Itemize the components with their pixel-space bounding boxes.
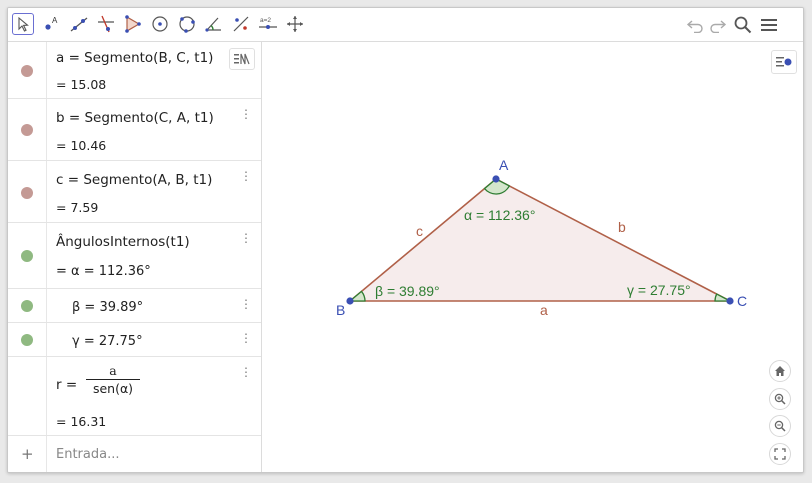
perpendicular-line-tool-icon[interactable] [95,13,117,35]
angle-label-beta: β = 39.89° [375,283,440,299]
point-label-C: C [737,293,747,309]
more-options-icon[interactable]: ⋮ [240,169,252,183]
more-options-icon[interactable]: ⋮ [240,107,252,121]
point-C[interactable] [726,297,734,305]
move-graphics-view-tool-icon[interactable] [284,13,306,35]
polygon-tool-icon[interactable] [122,13,144,35]
redo-icon[interactable] [707,14,729,36]
algebra-item-c[interactable]: c = Segmento(A, B, t1) = 7.59 ⋮ [8,161,261,223]
geogebra-window: A a=2 a = Segmento(B, C, t1) = 15.08 b =… [7,7,804,473]
visibility-marble[interactable] [21,124,33,136]
visibility-marble[interactable] [21,300,33,312]
segment-label-a: a [540,302,548,318]
algebra-item-b[interactable]: b = Segmento(C, A, t1) = 10.46 ⋮ [8,99,261,161]
fullscreen-icon[interactable] [769,443,791,465]
add-icon[interactable]: + [21,445,34,463]
algebra-definition[interactable]: ÂngulosInternos(t1) [56,234,190,250]
visibility-marble[interactable] [21,250,33,262]
visibility-marble[interactable] [21,334,33,346]
zoom-out-icon[interactable] [769,415,791,437]
visibility-marble[interactable] [21,187,33,199]
algebra-item-beta[interactable]: β = 39.89° ⋮ [8,289,261,323]
reflect-tool-icon[interactable] [230,13,252,35]
more-options-icon[interactable]: ⋮ [240,331,252,345]
algebra-value: = 10.46 [56,138,107,153]
slider-tool-glyph: a=2 [260,17,271,24]
menu-icon[interactable] [758,14,780,36]
algebra-item-gamma[interactable]: γ = 27.75° ⋮ [8,323,261,357]
angle-tool-icon[interactable] [203,13,225,35]
move-tool-icon[interactable] [12,13,34,35]
search-icon[interactable] [732,14,754,36]
fraction-numerator: a [86,363,140,380]
angle-label-alpha: α = 112.36° [464,207,535,223]
slider-tool-icon[interactable]: a=2 [257,13,279,35]
segment-label-c: c [416,223,423,239]
algebra-item-angles[interactable]: ÂngulosInternos(t1) = α = 112.36° ⋮ [8,223,261,289]
undo-icon[interactable] [684,14,706,36]
more-options-icon[interactable]: ⋮ [240,365,252,379]
point-label-B: B [336,302,345,318]
segment-label-b: b [618,219,626,235]
algebra-definition[interactable]: a = Segmento(B, C, t1) [56,50,213,66]
visibility-marble[interactable] [21,65,33,77]
more-options-icon[interactable]: ⋮ [240,297,252,311]
graphics-view[interactable]: A B C a b c α = 112.36° β = 39.89° γ = 2… [263,42,804,473]
algebra-value: = 15.08 [56,77,107,92]
fraction[interactable]: a sen(α) [86,363,140,396]
algebra-item-a[interactable]: a = Segmento(B, C, t1) = 15.08 [8,42,261,99]
toolbar: A a=2 [8,8,803,42]
algebra-value: = 7.59 [56,200,99,215]
algebra-definition[interactable]: γ = 27.75° [72,334,143,349]
input-bar[interactable]: + Entrada... [8,436,261,472]
algebra-item-r[interactable]: r = a sen(α) = 16.31 ⋮ [8,357,261,436]
point-label-A: A [499,157,509,173]
input-field[interactable]: Entrada... [56,447,119,462]
angle-label-gamma: γ = 27.75° [627,282,691,298]
circle-tool-icon[interactable] [149,13,171,35]
svg-text:A: A [52,16,58,25]
algebra-value: = 16.31 [56,414,107,429]
algebra-value: = α = 112.36° [56,264,151,279]
home-icon[interactable] [769,360,791,382]
algebra-view: a = Segmento(B, C, t1) = 15.08 b = Segme… [8,42,262,472]
point-B[interactable] [346,297,354,305]
algebra-definition[interactable]: b = Segmento(C, A, t1) [56,110,214,126]
algebra-definition[interactable]: c = Segmento(A, B, t1) [56,172,212,188]
fraction-denominator: sen(α) [92,381,134,396]
algebra-definition[interactable]: β = 39.89° [72,300,143,315]
zoom-in-icon[interactable] [769,388,791,410]
more-options-icon[interactable]: ⋮ [240,231,252,245]
point-tool-icon[interactable]: A [41,13,63,35]
algebra-definition-lhs[interactable]: r = [56,377,77,393]
algebra-style-icon[interactable] [229,48,255,70]
line-tool-icon[interactable] [68,13,90,35]
point-A[interactable] [492,175,500,183]
circle-through-points-tool-icon[interactable] [176,13,198,35]
geometry-canvas[interactable]: A B C a b c α = 112.36° β = 39.89° γ = 2… [263,42,804,473]
